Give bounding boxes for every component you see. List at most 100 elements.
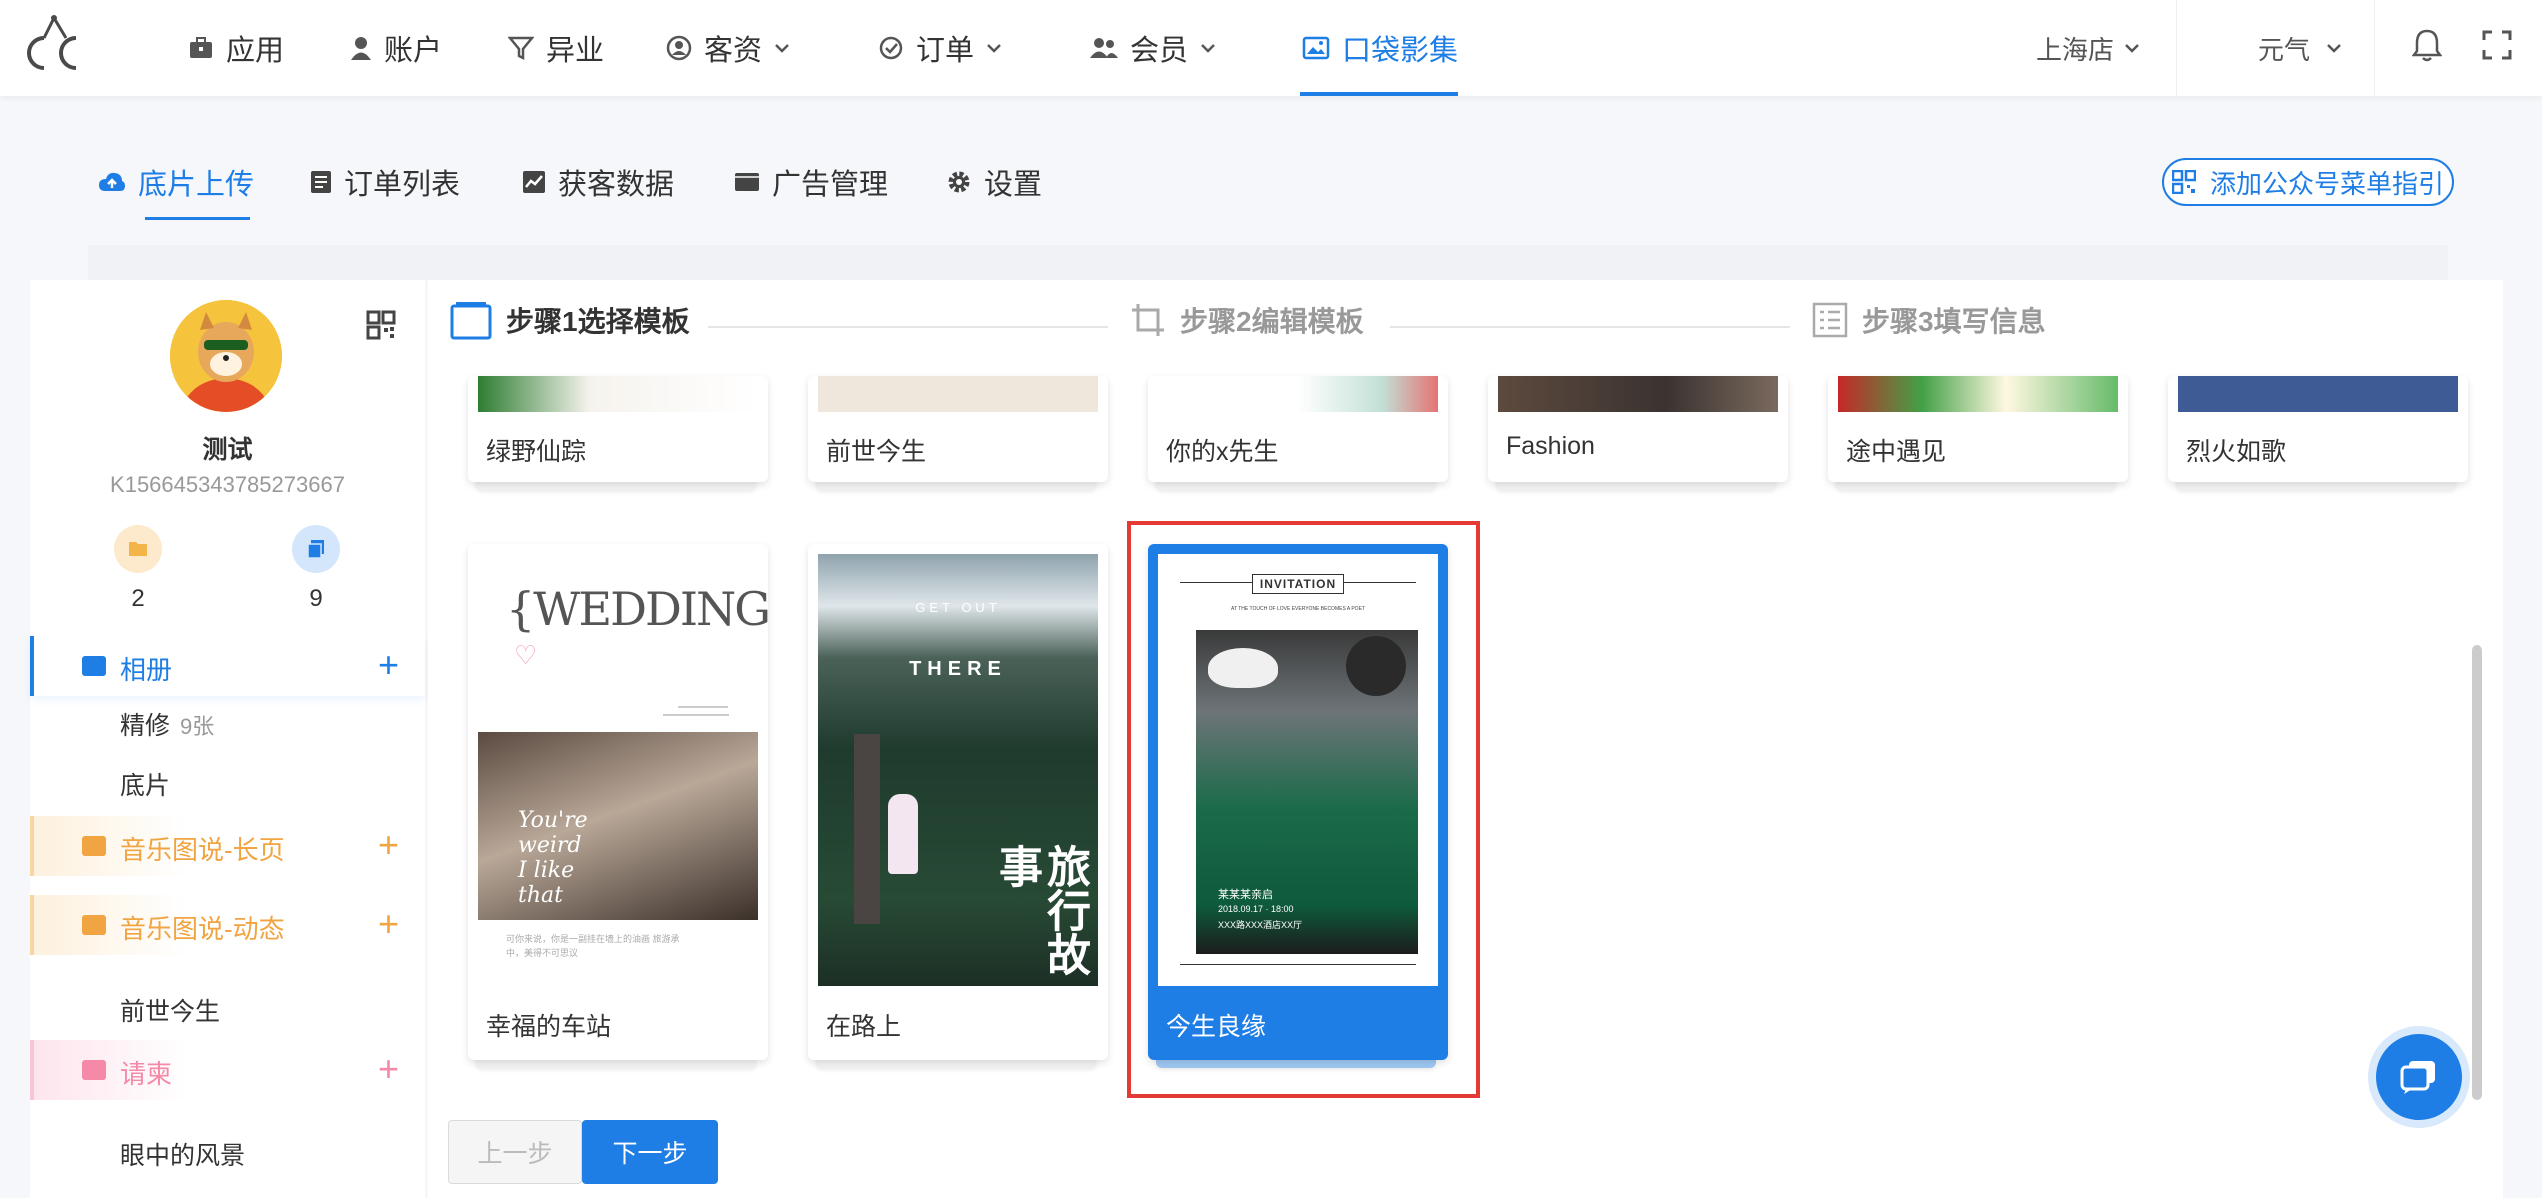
brush-title: 旅行故事 — [991, 844, 1090, 976]
tab-upload[interactable]: 底片上传 — [98, 160, 254, 204]
section-label: 相册 — [120, 655, 173, 685]
template-card[interactable]: {WEDDING} ♡ You're weird I like that 可你来说，你… — [468, 544, 768, 1060]
chevron-down-icon — [2327, 44, 2341, 53]
filter-icon — [508, 36, 534, 61]
form-icon — [1812, 302, 1848, 338]
template-icon — [450, 302, 492, 340]
user-menu[interactable]: 元气 — [2258, 0, 2342, 96]
chat-button[interactable] — [2376, 1034, 2462, 1120]
tab-order-list[interactable]: 订单列表 — [310, 160, 460, 204]
tab-ads[interactable]: 广告管理 — [734, 160, 888, 204]
add-icon[interactable]: + — [378, 644, 399, 686]
sidebar-item-negatives[interactable]: 底片 — [120, 766, 170, 802]
tab-lead-data[interactable]: 获客数据 — [522, 160, 674, 204]
content-header-strip — [88, 245, 2448, 281]
avatar[interactable] — [170, 300, 282, 412]
next-step-button[interactable]: 下一步 — [582, 1120, 718, 1184]
sidebar-section-invitation[interactable]: 请柬 + — [30, 1040, 425, 1100]
customer-icon — [666, 35, 692, 61]
scrollbar[interactable] — [2472, 645, 2482, 1100]
active-tab-indicator — [145, 217, 250, 220]
nav-item-account[interactable]: 账户 — [350, 0, 442, 96]
sidebar-item-retouched[interactable]: 精修 9张 — [120, 706, 214, 742]
nav-label: 异业 — [546, 35, 605, 67]
photo-script-text: You're weird I like that — [518, 808, 588, 908]
template-thumbnail — [2178, 376, 2458, 412]
copy-icon — [292, 525, 340, 573]
template-card[interactable]: GET OUT THERE 旅行故事 在路上 — [808, 544, 1108, 1060]
template-thumbnail — [1498, 376, 1778, 412]
cloud-upload-icon — [99, 172, 125, 191]
nav-label: 客资 — [704, 35, 763, 67]
album-icon — [1302, 36, 1330, 60]
tab-label: 设置 — [984, 169, 1043, 201]
cc-logo[interactable] — [14, 10, 88, 84]
nav-item-crossover[interactable]: 异业 — [508, 0, 604, 96]
nav-item-customers[interactable]: 客资 — [666, 0, 790, 96]
add-icon[interactable]: + — [378, 903, 399, 945]
nav-item-pocket-album[interactable]: 口袋影集 — [1302, 0, 1458, 96]
tab-label: 底片上传 — [138, 169, 255, 201]
template-thumbnail — [1158, 376, 1438, 412]
sidebar-section-music-long[interactable]: 音乐图说-长页 + — [30, 816, 425, 876]
sidebar-section-music-dynamic[interactable]: 音乐图说-动态 + — [30, 895, 425, 955]
nav-item-members[interactable]: 会员 — [1090, 0, 1216, 96]
sidebar-item-past-life[interactable]: 前世今生 — [120, 992, 220, 1028]
template-card[interactable]: 你的x先生 — [1148, 376, 1448, 482]
tab-settings[interactable]: 设置 — [946, 160, 1042, 204]
folder-count: 2 — [131, 585, 145, 612]
sidebar-section-album[interactable]: 相册 + — [30, 636, 425, 696]
add-icon[interactable]: + — [378, 1048, 399, 1090]
store-selector[interactable]: 上海店 — [2036, 0, 2140, 96]
chat-icon — [2400, 1061, 2435, 1094]
guide-button-label: 添加公众号菜单指引 — [2209, 168, 2444, 199]
section-indicator — [30, 816, 34, 876]
template-card[interactable]: 绿野仙踪 — [468, 376, 768, 482]
chevron-down-icon — [1201, 44, 1215, 53]
template-card[interactable]: 烈火如歌 — [2168, 376, 2468, 482]
prev-step-button[interactable]: 上一步 — [448, 1120, 582, 1184]
user-icon — [351, 37, 371, 60]
step-label: 步骤3填写信息 — [1862, 306, 2046, 337]
template-name: 幸福的车站 — [486, 1013, 612, 1041]
fullscreen-icon[interactable] — [2482, 30, 2512, 60]
template-name: 前世今生 — [826, 438, 927, 466]
folder-icon — [114, 525, 162, 573]
book-icon — [82, 915, 106, 935]
template-card[interactable]: Fashion — [1488, 376, 1788, 482]
add-icon[interactable]: + — [378, 824, 399, 866]
store-name: 上海店 — [2036, 34, 2115, 65]
envelope-icon — [82, 1060, 106, 1080]
user-name: 元气 — [2258, 34, 2311, 65]
thumbnail-line-1: GET OUT — [915, 600, 1001, 615]
section-indicator — [30, 895, 34, 955]
album-icon — [82, 656, 106, 676]
qrcode-icon[interactable] — [366, 310, 396, 340]
add-menu-guide-button[interactable]: 添加公众号菜单指引 — [2162, 158, 2454, 206]
thumbnail-caption: 可你来说，你是一副挂在墙上的油画 旅游承中，美得不可思议 — [506, 934, 680, 958]
crop-icon — [1132, 304, 1164, 336]
divider — [2176, 0, 2177, 96]
template-thumbnail: GET OUT THERE 旅行故事 — [818, 554, 1098, 986]
step-label: 步骤1选择模板 — [506, 306, 690, 337]
nav-item-orders[interactable]: 订单 — [878, 0, 1002, 96]
nav-item-apps[interactable]: 应用 — [188, 0, 284, 96]
sidebar-item-scenery[interactable]: 眼中的风景 — [120, 1136, 245, 1172]
bell-icon[interactable] — [2412, 27, 2442, 63]
nav-label: 订单 — [916, 35, 975, 67]
template-thumbnail — [1838, 376, 2118, 412]
tab-label: 订单列表 — [344, 169, 461, 201]
section-label: 音乐图说-动态 — [120, 914, 285, 944]
template-card[interactable]: 前世今生 — [808, 376, 1108, 482]
user-id: K156645343785273667 — [110, 472, 345, 497]
thumbnail-title: {WEDDING} — [506, 582, 768, 636]
step-2: 步骤2编辑模板 — [1130, 300, 1364, 340]
selection-highlight — [1127, 521, 1480, 1098]
book-icon — [82, 836, 106, 856]
nav-label: 会员 — [1130, 35, 1189, 67]
step-label: 步骤2编辑模板 — [1180, 306, 1364, 337]
photo-count: 9张 — [180, 714, 215, 739]
step-1: 步骤1选择模板 — [450, 300, 690, 340]
template-card[interactable]: 途中遇见 — [1828, 376, 2128, 482]
section-indicator — [30, 1040, 34, 1100]
